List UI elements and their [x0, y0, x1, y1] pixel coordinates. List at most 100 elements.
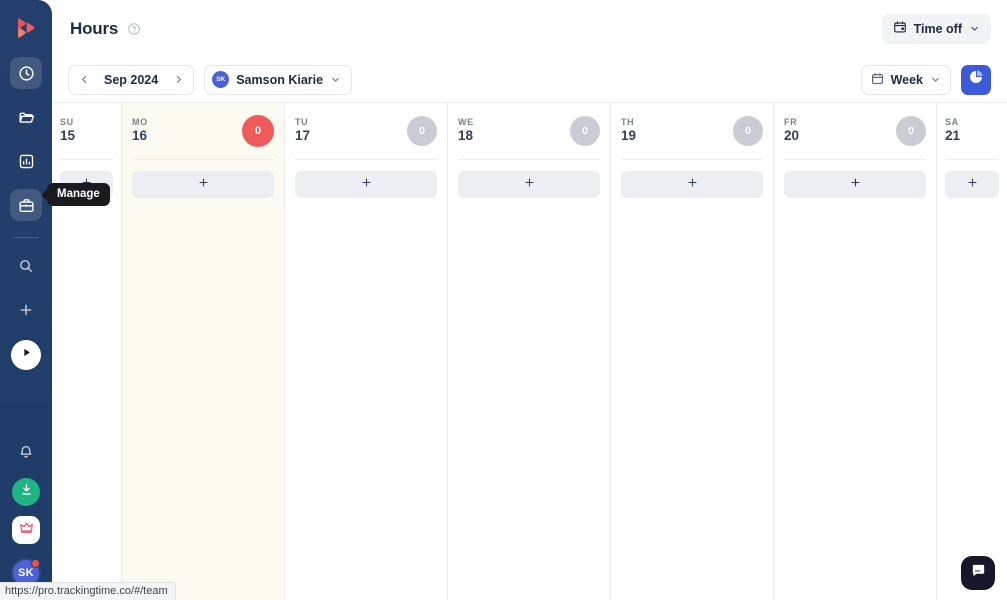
day-column-tu: TU 17 0 [285, 103, 448, 600]
day-hours-badge[interactable]: 0 [570, 116, 600, 146]
page-header: Hours Time off [52, 0, 1007, 57]
day-entries-area[interactable] [458, 198, 600, 600]
week-calendar: SU 15 MO 16 0 TU 17 0 WE 18 0 TH 19 0 FR 20 0 SA 21 [52, 102, 1007, 600]
folder-icon [18, 109, 35, 126]
add-entry-button[interactable] [458, 171, 600, 198]
day-hours-badge[interactable]: 0 [896, 116, 926, 146]
sidebar-divider [13, 237, 39, 238]
day-hours-badge[interactable]: 0 [242, 115, 274, 147]
day-column-th: TH 19 0 [611, 103, 774, 600]
period-label: Sep 2024 [104, 72, 159, 87]
prev-period-button[interactable] [71, 66, 97, 94]
plus-icon [18, 302, 34, 318]
day-header: MO 16 0 [132, 103, 274, 159]
view-label: Week [890, 72, 923, 87]
day-column-we: WE 18 0 [448, 103, 611, 600]
day-labels: SA 21 [945, 117, 960, 145]
day-header: WE 18 0 [458, 103, 600, 159]
day-entries-area[interactable] [295, 198, 437, 600]
day-hours-badge[interactable]: 0 [733, 116, 763, 146]
day-header-divider [295, 159, 437, 160]
plus-icon [523, 176, 536, 193]
chevron-down-icon [969, 23, 980, 34]
day-header: TH 19 0 [621, 103, 763, 159]
day-header-divider [60, 159, 113, 160]
sidebar-premium-button[interactable] [12, 516, 40, 544]
sidebar-item-hours[interactable] [10, 57, 42, 89]
day-column-fr: FR 20 0 [774, 103, 937, 600]
day-hours-badge[interactable]: 0 [407, 116, 437, 146]
search-icon [18, 258, 34, 274]
add-entry-button[interactable] [132, 171, 274, 198]
day-number-label: 15 [60, 128, 76, 144]
day-column-su: SU 15 [52, 103, 122, 600]
sidebar-item-manage[interactable] [10, 189, 42, 221]
day-number-label: 19 [621, 128, 637, 144]
day-entries-area[interactable] [945, 198, 999, 600]
day-header: FR 20 0 [784, 103, 926, 159]
browser-status-url: https://pro.trackingtime.co/#/team [0, 582, 176, 600]
day-of-week-label: FR [784, 116, 798, 127]
day-entries-area[interactable] [60, 198, 113, 600]
sidebar-item-projects[interactable] [10, 101, 42, 133]
day-number-label: 16 [132, 128, 148, 144]
avatar-initials: SK [18, 567, 34, 579]
day-header: SU 15 [60, 103, 113, 159]
view-selector[interactable]: Week [860, 64, 951, 95]
sidebar-add-button[interactable] [10, 294, 42, 326]
download-icon [19, 482, 34, 502]
sidebar-bottom-group: SK [11, 430, 41, 600]
avatar: SK [212, 71, 230, 88]
add-entry-button[interactable] [295, 171, 437, 198]
sidebar-start-timer-button[interactable] [11, 340, 41, 370]
day-entries-area[interactable] [784, 198, 926, 600]
day-header-divider [621, 159, 763, 160]
day-labels: TH 19 [621, 117, 636, 145]
day-of-week-label: SA [945, 116, 959, 127]
chat-bubble-icon [970, 562, 987, 584]
day-of-week-label: TU [295, 116, 309, 127]
day-of-week-label: SU [60, 116, 74, 127]
day-column-sa: SA 21 [937, 103, 1007, 600]
day-of-week-label: WE [458, 116, 474, 127]
sidebar-download-button[interactable] [12, 478, 40, 506]
crown-icon [19, 520, 34, 540]
trackingtime-logo-icon[interactable] [11, 13, 41, 43]
add-entry-button[interactable] [784, 171, 926, 198]
day-labels: MO 16 [132, 117, 148, 145]
bell-icon [18, 444, 34, 465]
sidebar-tooltip: Manage [47, 183, 110, 206]
clock-icon [18, 65, 35, 82]
day-entries-area[interactable] [132, 198, 274, 600]
question-circle-icon[interactable] [127, 22, 141, 36]
day-header-divider [132, 159, 274, 160]
chevron-down-icon [930, 74, 941, 85]
day-labels: TU 17 [295, 117, 310, 145]
add-entry-button[interactable] [945, 171, 999, 198]
pie-chart-icon [968, 69, 984, 90]
sidebar-notifications-button[interactable] [12, 440, 40, 468]
calendar-icon [871, 72, 884, 88]
report-chart-icon [18, 153, 35, 170]
user-avatar-initials: SK [216, 76, 226, 83]
time-off-label: Time off [913, 21, 962, 36]
day-labels: SU 15 [60, 117, 75, 145]
day-entries-area[interactable] [621, 198, 763, 600]
day-number-label: 17 [295, 128, 311, 144]
add-entry-button[interactable] [621, 171, 763, 198]
day-header-divider [784, 159, 926, 160]
chart-view-button[interactable] [961, 64, 991, 95]
plus-icon [197, 176, 210, 193]
day-column-mo: MO 16 0 [122, 103, 285, 600]
briefcase-icon [18, 197, 35, 214]
sidebar-item-reports[interactable] [10, 145, 42, 177]
time-off-button[interactable]: Time off [881, 13, 991, 44]
day-header: TU 17 0 [295, 103, 437, 159]
chat-launcher-button[interactable] [961, 556, 995, 590]
next-period-button[interactable] [165, 66, 191, 94]
user-selector[interactable]: SK Samson Kiarie [204, 64, 353, 95]
day-number-label: 18 [458, 128, 474, 144]
day-header-divider [945, 159, 999, 160]
day-number-label: 21 [945, 128, 961, 144]
sidebar-search-button[interactable] [10, 250, 42, 282]
